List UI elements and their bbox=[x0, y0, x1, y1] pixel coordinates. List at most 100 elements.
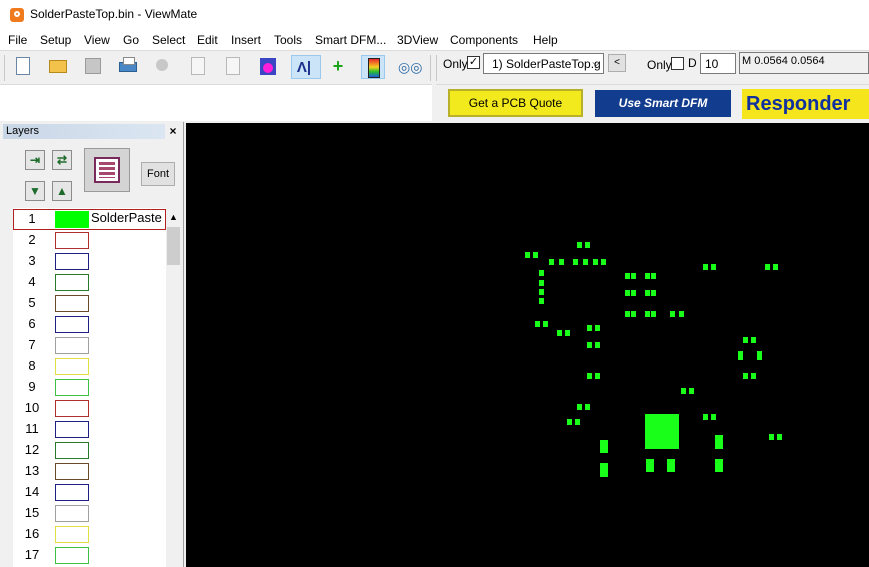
solder-pad bbox=[565, 330, 570, 336]
solder-pad bbox=[587, 325, 592, 331]
pcb-canvas[interactable] bbox=[186, 123, 869, 567]
menu-insert[interactable]: Insert bbox=[231, 33, 261, 47]
layer-row[interactable]: 4 bbox=[13, 271, 166, 292]
d-label: D bbox=[688, 56, 697, 70]
toolbar-separator bbox=[436, 55, 437, 81]
layer-select[interactable]: 1) SolderPasteTop.g bbox=[483, 53, 604, 74]
solder-pad bbox=[645, 290, 650, 296]
responder-button[interactable]: Responder bbox=[742, 89, 869, 119]
menu-tools[interactable]: Tools bbox=[274, 33, 302, 47]
layer-row[interactable]: 8 bbox=[13, 355, 166, 376]
layer-color-swatch[interactable] bbox=[55, 400, 89, 417]
layer-color-swatch[interactable] bbox=[55, 421, 89, 438]
open-button[interactable] bbox=[46, 55, 70, 79]
layer-number: 9 bbox=[28, 379, 36, 394]
layers-button[interactable]: Λ| bbox=[291, 55, 321, 79]
layer-color-swatch[interactable] bbox=[55, 358, 89, 375]
layer-color-swatch[interactable] bbox=[55, 379, 89, 396]
layer-row[interactable]: 17 bbox=[13, 544, 166, 565]
menu-setup[interactable]: Setup bbox=[40, 33, 71, 47]
menu-view[interactable]: View bbox=[84, 33, 110, 47]
layer-move-down-button[interactable]: ▼ bbox=[25, 181, 45, 201]
layer-move-right-button[interactable]: ⇥ bbox=[25, 150, 45, 170]
copy-button[interactable] bbox=[186, 55, 210, 79]
cut-button[interactable] bbox=[151, 55, 175, 79]
add-layer-button[interactable]: + bbox=[326, 55, 350, 79]
layer-color-swatch[interactable] bbox=[55, 526, 89, 543]
layer-row[interactable]: 10 bbox=[13, 397, 166, 418]
layer-color-swatch[interactable] bbox=[55, 337, 89, 354]
layer-color-swatch[interactable] bbox=[55, 316, 89, 333]
layer-row[interactable]: 7 bbox=[13, 334, 166, 355]
only2-label: Only bbox=[647, 58, 672, 72]
solder-pad bbox=[583, 259, 588, 265]
layer-row[interactable]: 12 bbox=[13, 439, 166, 460]
font-button[interactable]: Font bbox=[141, 162, 175, 186]
solder-pad bbox=[539, 280, 544, 286]
layer-number: 11 bbox=[25, 421, 39, 436]
solder-pad bbox=[651, 311, 656, 317]
toolbar-grip bbox=[4, 55, 5, 81]
solder-pad bbox=[645, 273, 650, 279]
new-file-button[interactable] bbox=[11, 55, 35, 79]
window-title: SolderPasteTop.bin - ViewMate bbox=[30, 7, 198, 21]
pin-button[interactable] bbox=[256, 55, 280, 79]
save-button[interactable] bbox=[81, 55, 105, 79]
solder-pad bbox=[585, 242, 590, 248]
layer-color-swatch[interactable] bbox=[55, 547, 89, 564]
layer-color-swatch[interactable] bbox=[55, 484, 89, 501]
layer-row[interactable]: 6 bbox=[13, 313, 166, 334]
prev-layer-button[interactable]: < bbox=[608, 54, 626, 72]
menu-help[interactable]: Help bbox=[533, 33, 558, 47]
layer-color-swatch[interactable] bbox=[55, 442, 89, 459]
layer-color-swatch[interactable] bbox=[55, 274, 89, 291]
layer-row[interactable]: 3 bbox=[13, 250, 166, 271]
pcb-quote-button[interactable]: Get a PCB Quote bbox=[448, 89, 583, 117]
scroll-up-icon[interactable]: ▲ bbox=[166, 210, 181, 225]
menu-bar: File Setup View Go Select Edit Insert To… bbox=[0, 30, 869, 50]
smart-dfm-button[interactable]: Use Smart DFM bbox=[595, 90, 731, 117]
menu-select[interactable]: Select bbox=[152, 33, 185, 47]
layer-swap-button[interactable]: ⇄ bbox=[52, 150, 72, 170]
layer-row[interactable]: 9 bbox=[13, 376, 166, 397]
print-button[interactable] bbox=[116, 55, 140, 79]
menu-components[interactable]: Components bbox=[450, 33, 518, 47]
menu-file[interactable]: File bbox=[8, 33, 27, 47]
layer-color-swatch[interactable] bbox=[55, 253, 89, 270]
arrow-right-icon: ⇥ bbox=[29, 153, 41, 167]
menu-3dview[interactable]: 3DView bbox=[397, 33, 438, 47]
only2-checkbox[interactable] bbox=[671, 57, 684, 70]
new-file-icon bbox=[16, 57, 30, 75]
only-checkbox[interactable]: ✓ bbox=[467, 56, 480, 69]
layer-move-up-button[interactable]: ▲ bbox=[52, 181, 72, 201]
layer-row[interactable]: 16 bbox=[13, 523, 166, 544]
save-icon bbox=[85, 58, 101, 74]
layer-color-swatch[interactable] bbox=[55, 295, 89, 312]
menu-edit[interactable]: Edit bbox=[197, 33, 218, 47]
solder-pad bbox=[577, 242, 582, 248]
layer-row[interactable]: 5 bbox=[13, 292, 166, 313]
layer-row[interactable]: 11 bbox=[13, 418, 166, 439]
view-button[interactable]: ◎◎ bbox=[396, 55, 422, 79]
color-scale-button[interactable] bbox=[361, 55, 385, 79]
paste-button[interactable] bbox=[221, 55, 245, 79]
cut-icon bbox=[156, 59, 168, 71]
layer-number: 7 bbox=[28, 337, 36, 352]
layer-row[interactable]: 13 bbox=[13, 460, 166, 481]
solder-pad bbox=[577, 404, 582, 410]
menu-go[interactable]: Go bbox=[123, 33, 139, 47]
solder-pad bbox=[539, 289, 544, 295]
layer-color-swatch[interactable] bbox=[55, 505, 89, 522]
layer-stack-button[interactable] bbox=[84, 148, 130, 192]
scroll-thumb[interactable] bbox=[167, 227, 180, 265]
solder-pad bbox=[625, 290, 630, 296]
layer-row[interactable]: 14 bbox=[13, 481, 166, 502]
close-icon[interactable]: × bbox=[167, 124, 179, 139]
layer-row[interactable]: 15 bbox=[13, 502, 166, 523]
chevron-down-icon[interactable]: ⌵ bbox=[589, 54, 603, 73]
menu-smart-dfm[interactable]: Smart DFM... bbox=[315, 33, 386, 47]
layer-row[interactable]: 2 bbox=[13, 229, 166, 250]
d-input[interactable]: 10 bbox=[700, 53, 736, 74]
layer-color-swatch[interactable] bbox=[55, 463, 89, 480]
layer-color-swatch[interactable] bbox=[55, 232, 89, 249]
